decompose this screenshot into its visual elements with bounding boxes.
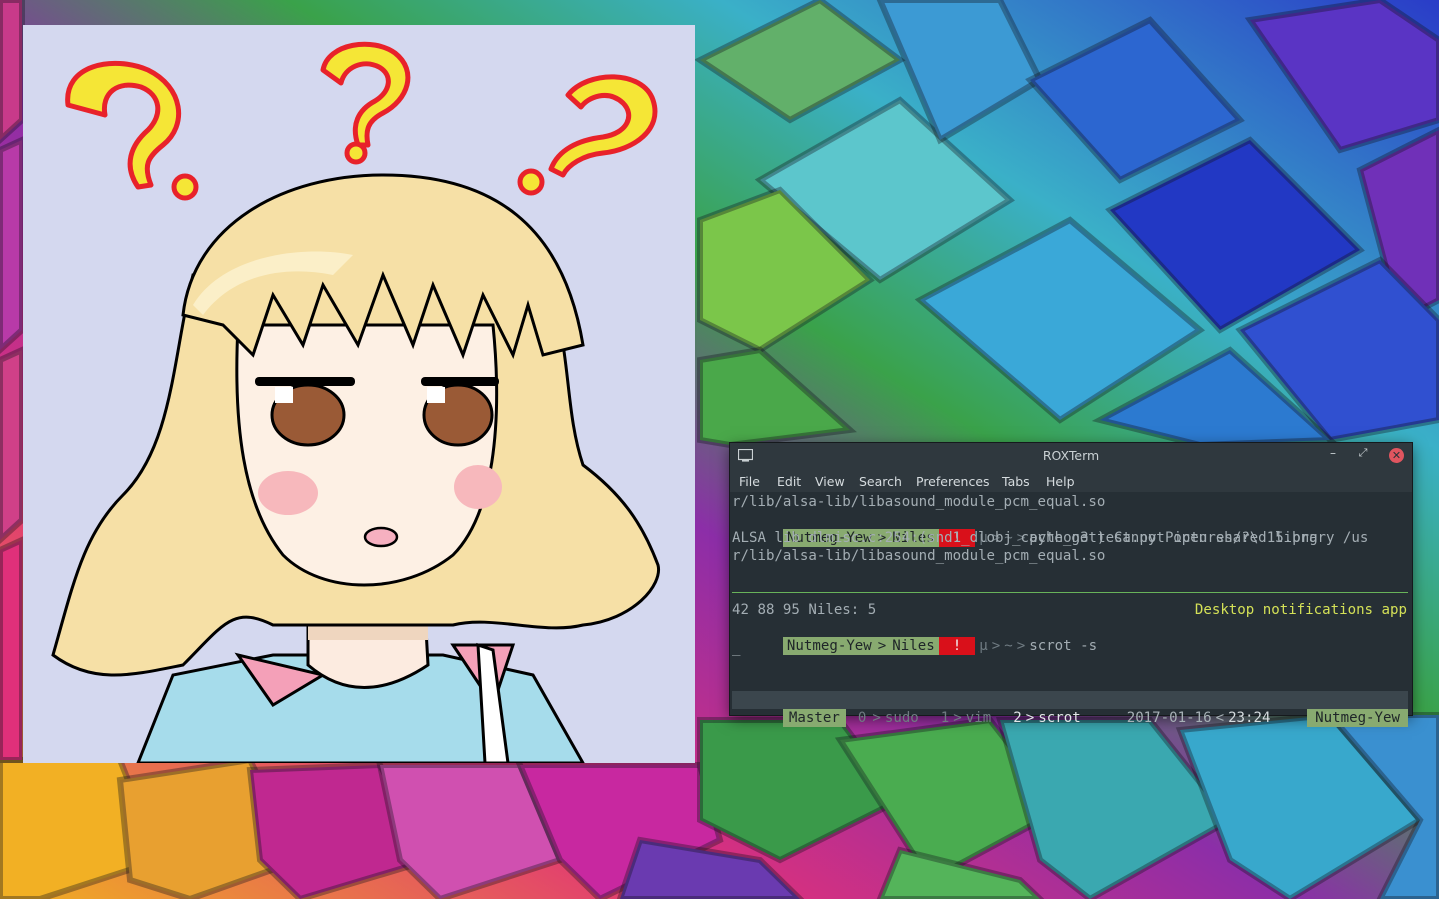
- menu-preferences[interactable]: Preferences: [916, 474, 990, 489]
- prompt-separator-icon: >: [991, 638, 1001, 654]
- menu-tabs[interactable]: Tabs: [1002, 474, 1030, 489]
- pane-divider: [732, 592, 1408, 593]
- maximize-button[interactable]: ⤢: [1356, 446, 1370, 462]
- prompt-line: Nutmeg-Yew > Niles! μ > ~ > python3 test.py Pic…: [732, 511, 1322, 547]
- prompt-mu: μ: [979, 638, 988, 654]
- output-line: ALSA lib dlmisc.c:254:(snd1_dlobj_cache_…: [732, 530, 1369, 546]
- status-host: Nutmeg-Yew: [1307, 709, 1408, 727]
- prompt-arrow-icon: >: [1016, 638, 1026, 654]
- prompt-line: Nutmeg-Yew > Niles! μ > ~ > scrot -s: [732, 619, 1101, 655]
- text-cursor: _: [732, 640, 741, 656]
- status-time: 23:24: [1228, 710, 1271, 726]
- menu-search[interactable]: Search: [859, 474, 902, 489]
- window-separator-icon: >: [1025, 710, 1035, 726]
- close-button[interactable]: ✕: [1389, 448, 1404, 463]
- session-name: Master: [782, 709, 846, 727]
- status-date: 2017-01-16: [1126, 710, 1212, 726]
- title-bar[interactable]: ROXTerm – ⤢ ✕: [730, 443, 1412, 468]
- window-2-name[interactable]: scrot: [1034, 709, 1084, 727]
- stats-line: 42 88 95 Niles: 5: [732, 602, 877, 618]
- window-separator-icon: >: [872, 710, 881, 726]
- menu-file[interactable]: File: [739, 474, 760, 489]
- window-title: ROXTerm: [1042, 448, 1100, 463]
- prompt-command: scrot -s: [1029, 638, 1098, 654]
- window-separator-icon: >: [953, 710, 962, 726]
- prompt-separator-icon: >: [875, 637, 889, 655]
- window-1-name[interactable]: vim: [962, 709, 995, 727]
- menu-bar: File Edit View Search Preferences Tabs H…: [730, 468, 1412, 492]
- terminal-output[interactable]: r/lib/alsa-lib/libasound_module_pcm_equa…: [730, 492, 1412, 727]
- terminal-window[interactable]: ROXTerm – ⤢ ✕ File Edit View Search Pref…: [730, 443, 1412, 727]
- window-0-name[interactable]: sudo: [881, 709, 923, 727]
- menu-view[interactable]: View: [815, 474, 845, 489]
- minimize-button[interactable]: –: [1326, 446, 1340, 462]
- window-2-index[interactable]: 2: [995, 709, 1026, 727]
- window-0-index[interactable]: 0: [846, 709, 873, 727]
- prompt-host: Nutmeg-Yew: [782, 637, 876, 655]
- status-separator-icon: <: [1215, 710, 1225, 726]
- output-line: r/lib/alsa-lib/libasound_module_pcm_equa…: [732, 494, 1106, 510]
- image-viewer-window: [23, 25, 695, 763]
- menu-help[interactable]: Help: [1046, 474, 1075, 489]
- anime-girl-drawing: [23, 25, 695, 763]
- prompt-alert: !: [938, 637, 976, 655]
- menu-edit[interactable]: Edit: [777, 474, 801, 489]
- prompt-cwd: ~: [1004, 638, 1013, 654]
- tmux-status-bar: Master 0 > sudo 1 > vim 2 > scrot 2017-01-16 <23:24…: [732, 691, 1408, 727]
- notification-label: Desktop notifications app: [1194, 602, 1407, 618]
- window-1-index[interactable]: 1: [923, 709, 954, 727]
- output-line: r/lib/alsa-lib/libasound_module_pcm_equa…: [732, 548, 1106, 564]
- prompt-user: Niles: [888, 637, 939, 655]
